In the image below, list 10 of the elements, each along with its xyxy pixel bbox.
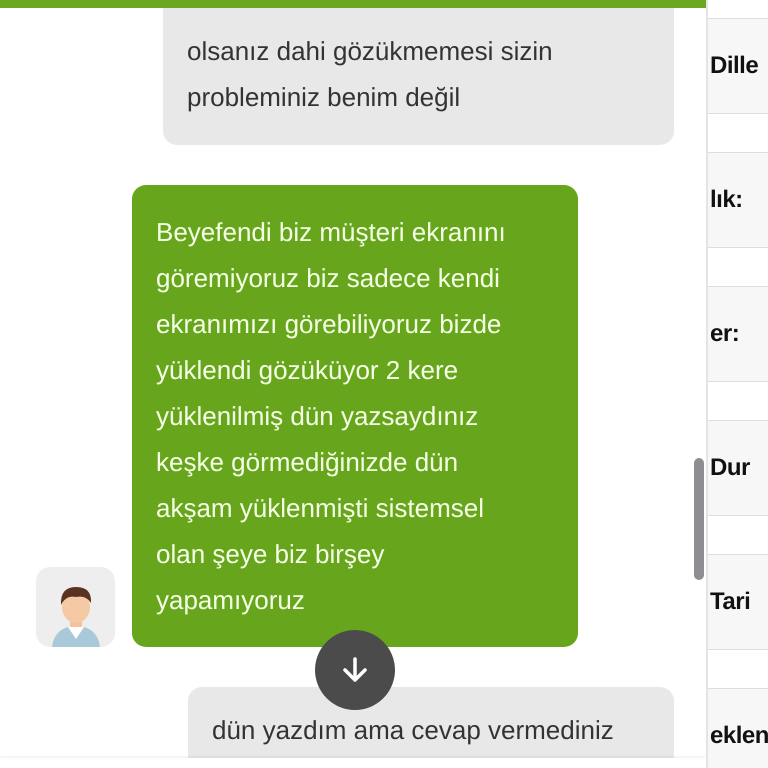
arrow-down-icon [342,656,368,684]
field-label: eklen [710,722,768,750]
message-bubble: olsanız dahi gözükmemesi sizin probleminiz benim değil [163,8,674,145]
field-label: lık: [710,186,743,214]
field-label: Dille [710,52,758,80]
field-label: er: [710,320,740,348]
message-bubble: Beyefendi biz müşteri ekranını göremiyoruz biz sadece kendi ekranımızı görebiliyoruz bizde yüklendi gözüküyor 2 kere yüklenilmiş dün yazsaydınız keşke görmediğinizde dün akşam yüklenmişti sistemsel olan şeye biz birşey yapamıyoruz [132,185,578,647]
field-label: Tari [710,588,750,616]
scrollbar[interactable] [694,458,704,580]
field-label: Dur [710,454,750,482]
